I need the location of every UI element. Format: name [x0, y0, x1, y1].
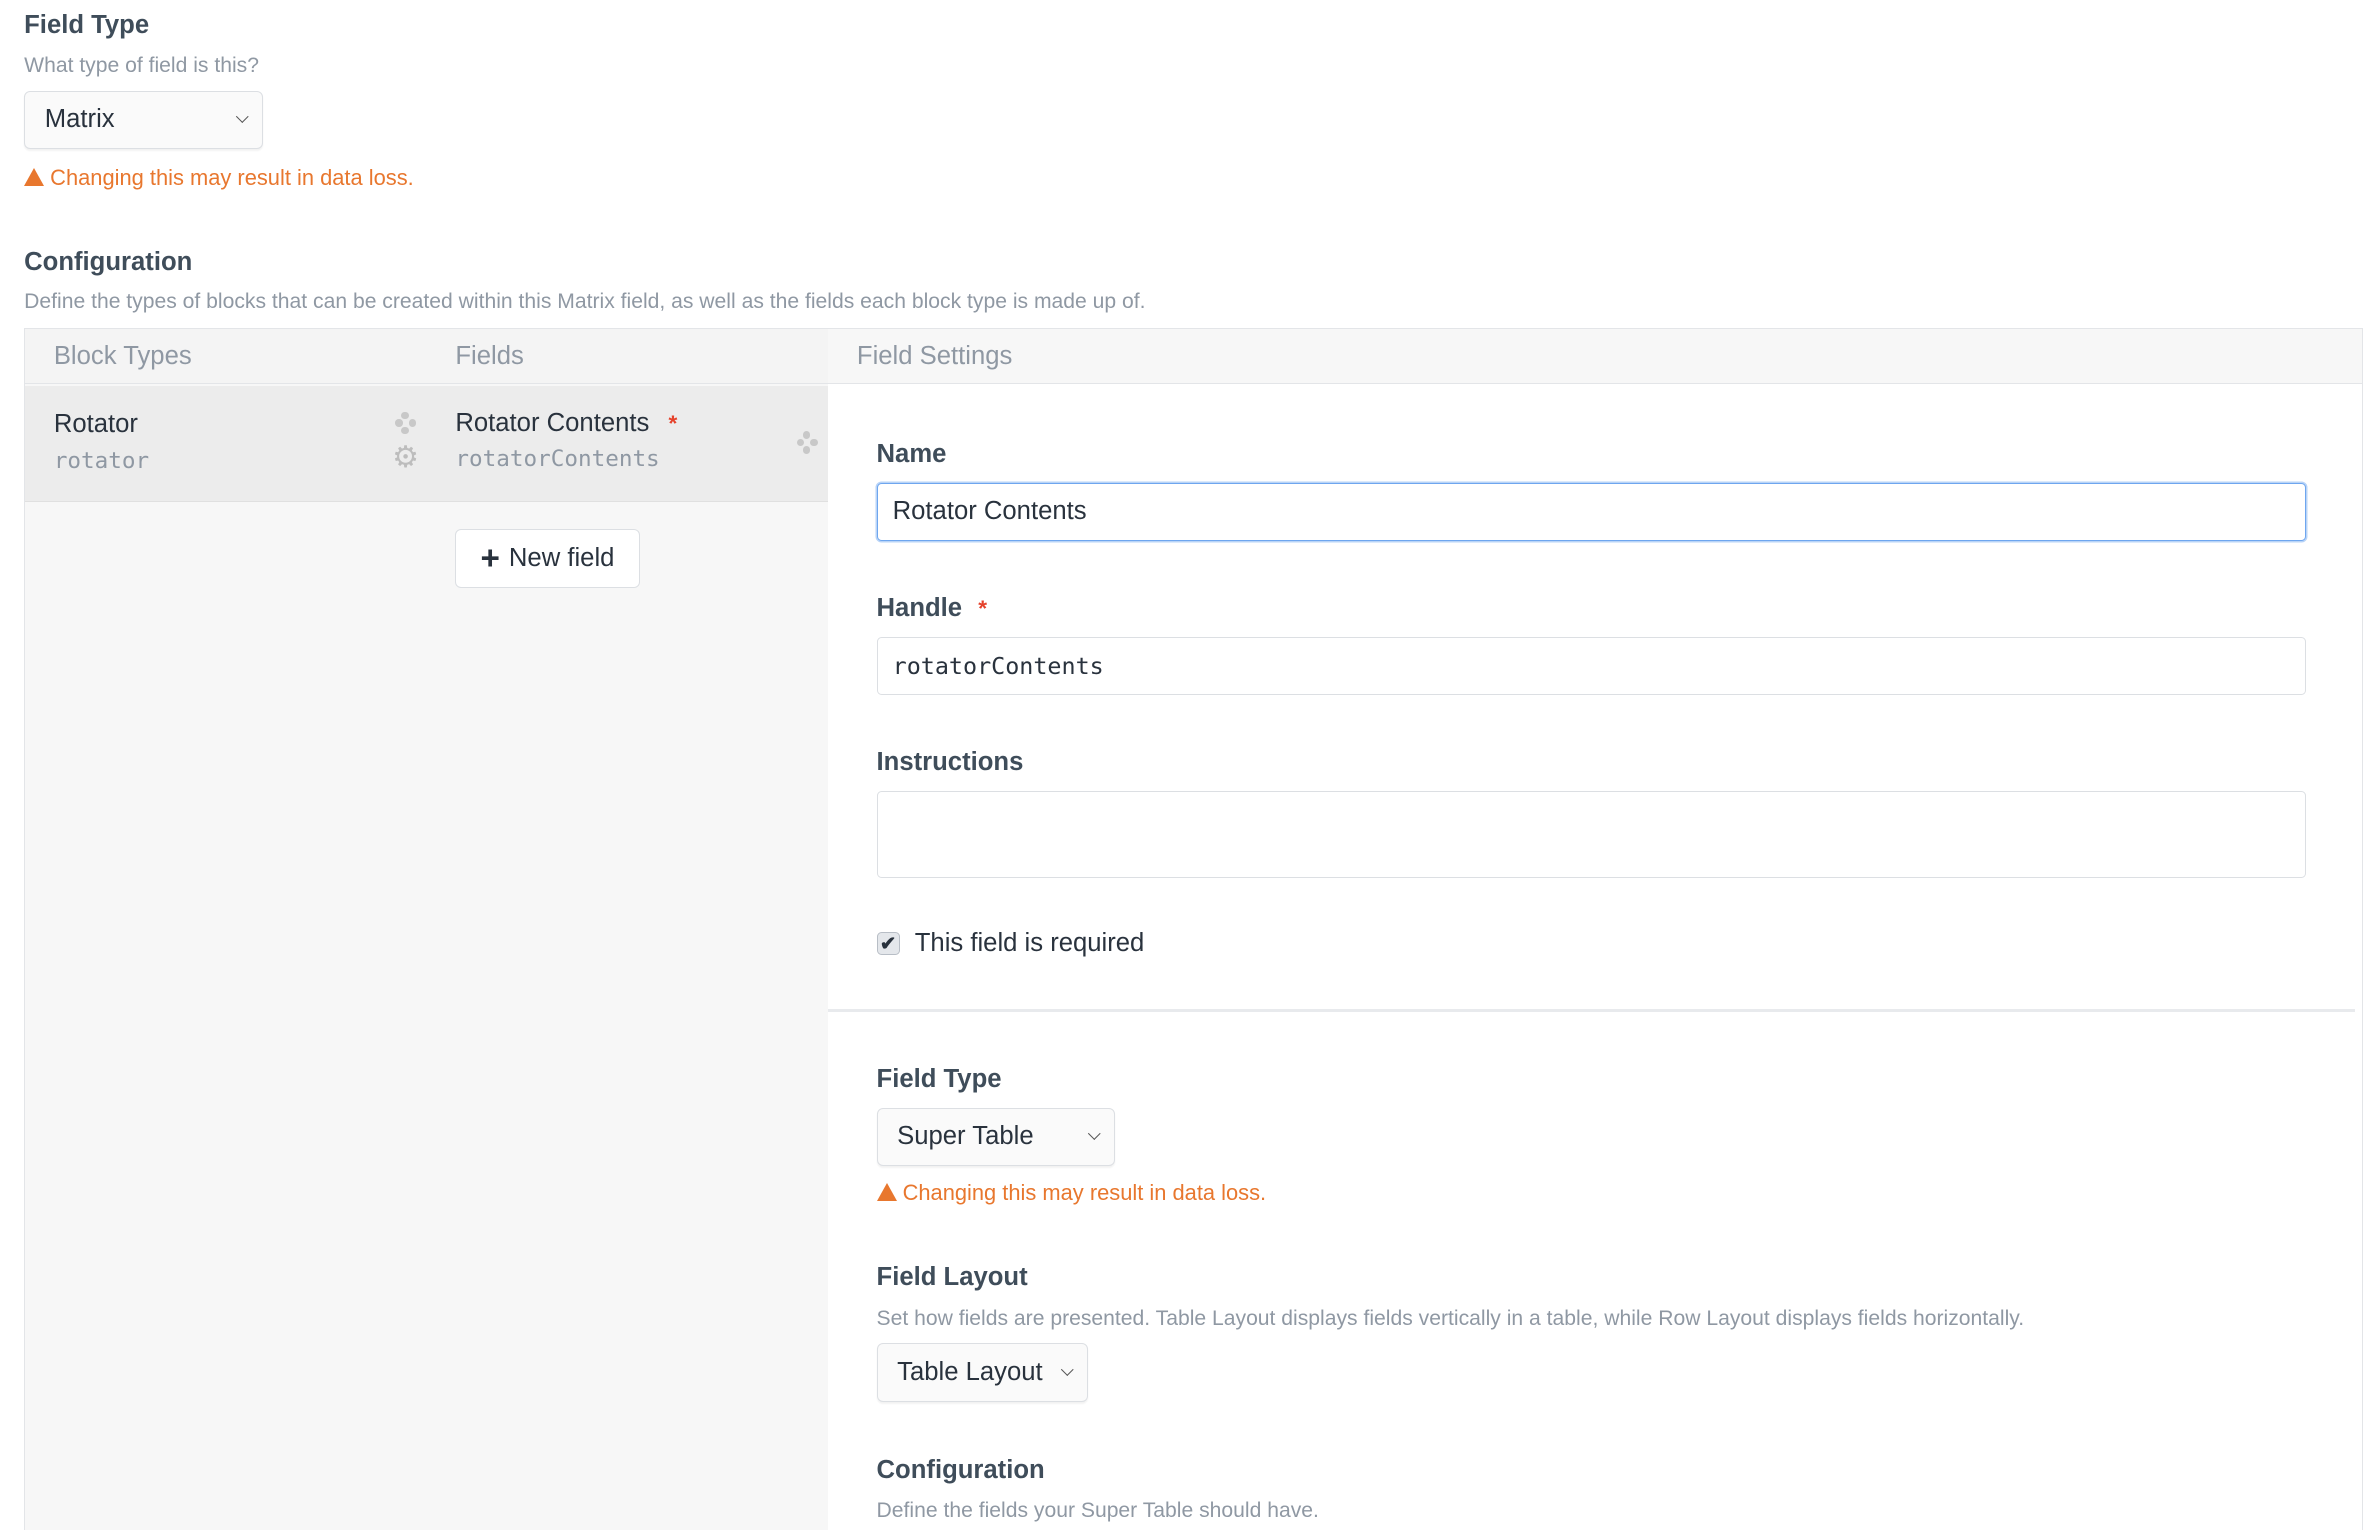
- field-settings-column: Field Settings Name Rotator Contents Han…: [828, 328, 2362, 1530]
- settings-field-type-value: Super Table: [897, 1122, 1034, 1151]
- field-settings-header: Field Settings: [828, 328, 2362, 385]
- required-checkbox-label: This field is required: [914, 929, 1145, 958]
- required-icon: *: [978, 596, 988, 622]
- name-input[interactable]: Rotator Contents: [876, 482, 2307, 542]
- block-types-header: Block Types: [25, 328, 427, 385]
- field-item-name: Rotator Contents *: [455, 409, 677, 438]
- chevron-down-icon: [1061, 1363, 1074, 1376]
- field-type-heading: Field Type: [24, 10, 150, 39]
- settings-field-type-warning: Changing this may result in data loss.: [876, 1179, 1267, 1206]
- block-type-item[interactable]: Rotator rotator ⚙: [25, 385, 427, 502]
- warning-icon: [876, 1183, 897, 1202]
- fields-header: Fields: [426, 328, 829, 385]
- warning-text: Changing this may result in data loss.: [50, 164, 414, 190]
- plus-icon: +: [480, 539, 500, 577]
- handle-label-text: Handle: [876, 594, 963, 623]
- warning-text: Changing this may result in data loss.: [902, 1179, 1267, 1205]
- instructions-label: Instructions: [876, 748, 1024, 777]
- super-table-config-instructions: Define the fields your Super Table shoul…: [876, 1498, 1319, 1522]
- configuration-heading: Configuration: [24, 247, 193, 276]
- block-types-column: Block Types Rotator rotator ⚙: [25, 328, 428, 1530]
- chevron-down-icon: [236, 110, 249, 123]
- field-layout-select[interactable]: Table Layout: [876, 1343, 1088, 1402]
- warning-icon: [24, 168, 45, 187]
- field-item[interactable]: Rotator Contents * rotatorContents: [426, 385, 829, 502]
- block-type-name: Rotator: [53, 410, 138, 439]
- field-layout-label: Field Layout: [876, 1263, 1028, 1292]
- required-checkbox[interactable]: ✔: [876, 932, 900, 956]
- move-icon[interactable]: [395, 411, 417, 435]
- field-type-value: Matrix: [44, 105, 115, 134]
- configuration-instructions: Define the types of blocks that can be c…: [24, 289, 1146, 313]
- chevron-down-icon: [1088, 1127, 1101, 1140]
- settings-field-type-label: Field Type: [876, 1065, 1002, 1094]
- new-field-button[interactable]: + New field: [455, 529, 640, 589]
- gear-icon[interactable]: ⚙: [392, 443, 419, 473]
- required-icon: *: [668, 410, 678, 436]
- field-type-select[interactable]: Matrix: [24, 90, 263, 150]
- required-checkbox-row[interactable]: ✔ This field is required: [876, 929, 1145, 958]
- field-item-handle: rotatorContents: [455, 446, 660, 473]
- settings-field-type-select[interactable]: Super Table: [876, 1107, 1116, 1167]
- name-label: Name: [876, 440, 947, 469]
- instructions-textarea[interactable]: [876, 790, 2307, 879]
- fields-column: Fields Rotator Contents * rotatorContent…: [426, 328, 830, 1530]
- handle-input[interactable]: rotatorContents: [876, 636, 2307, 696]
- field-type-instructions: What type of field is this?: [24, 54, 259, 78]
- field-layout-instructions: Set how fields are presented. Table Layo…: [876, 1306, 2025, 1330]
- new-field-label: New field: [508, 544, 615, 573]
- super-table-config-label: Configuration: [876, 1456, 1045, 1485]
- matrix-configurator: Block Types Rotator rotator ⚙ Fields Rot…: [24, 327, 2363, 1530]
- field-layout-value: Table Layout: [897, 1357, 1043, 1386]
- move-icon[interactable]: [796, 431, 818, 454]
- block-type-handle: rotator: [53, 447, 150, 474]
- handle-label: Handle *: [877, 594, 988, 623]
- divider: [828, 1009, 2356, 1013]
- field-name-text: Rotator Contents: [455, 408, 650, 437]
- field-type-warning: Changing this may result in data loss.: [24, 165, 414, 191]
